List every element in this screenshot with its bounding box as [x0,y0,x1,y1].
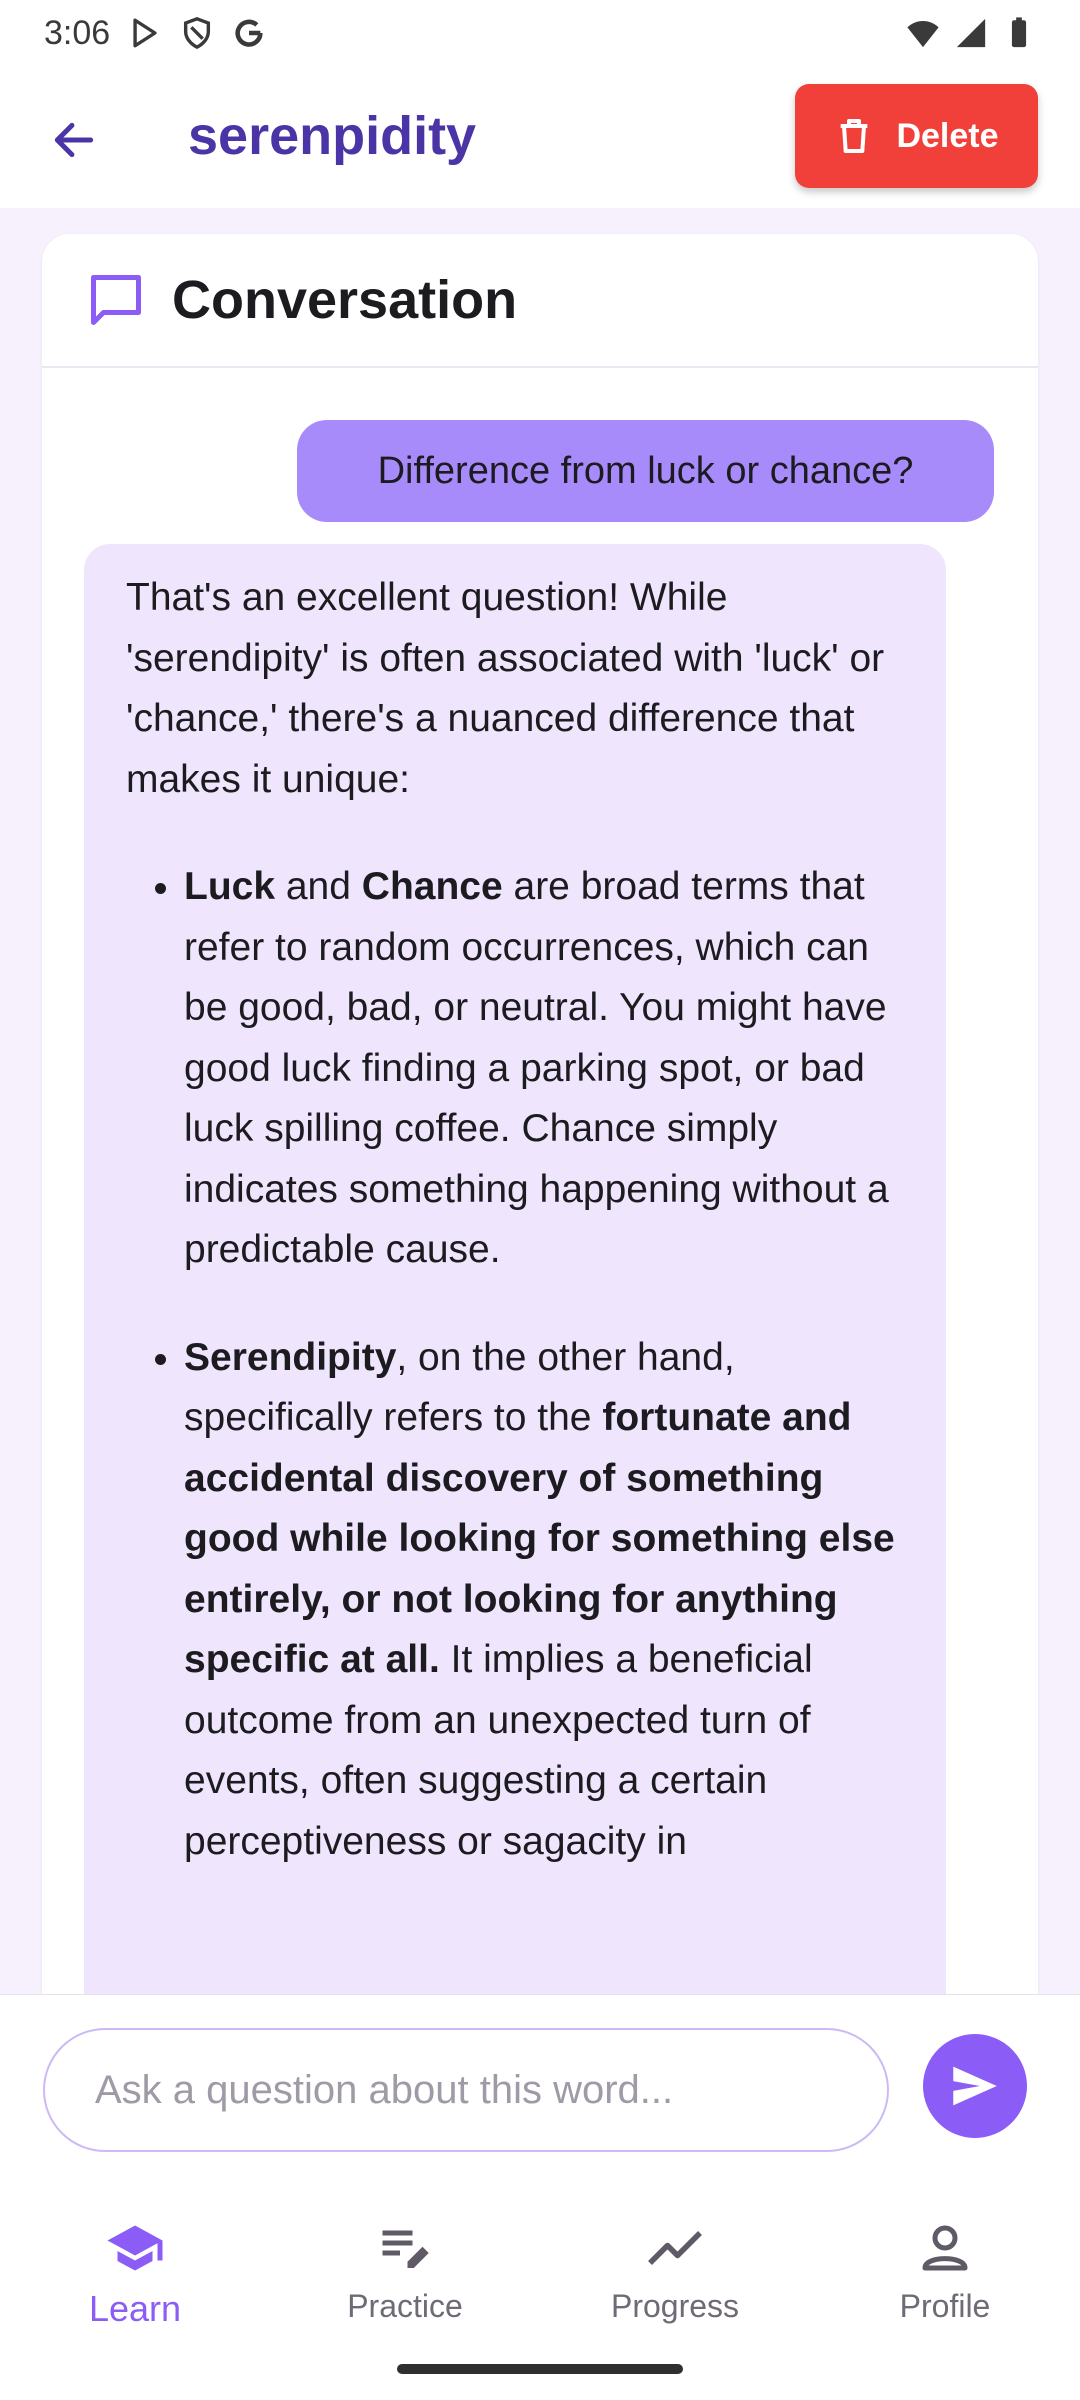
nav-label: Learn [88,2288,182,2329]
chat-bubble-icon [91,275,141,325]
list-item: Luck and Chance are broad terms that ref… [184,857,902,1281]
text: are broad terms that refer to random occ… [184,865,889,1271]
delete-label: Delete [896,116,999,155]
list-item: Serendipity, on the other hand, specific… [184,1328,902,1873]
send-icon [953,2066,997,2106]
word-title: serenpidity [188,106,477,166]
status-time: 3:06 [44,13,111,52]
bold-text: Serendipity [184,1335,397,1379]
delete-button[interactable]: Delete [795,84,1038,188]
signal-icon [956,18,986,48]
shield-icon [184,17,211,50]
trash-icon [841,119,868,153]
back-arrow-icon [54,122,94,158]
trending-icon [648,2231,702,2265]
nav-learn[interactable]: Learn [35,2208,235,2348]
nav-practice[interactable]: Practice [305,2208,505,2348]
edit-note-icon [382,2230,429,2268]
ai-message: That's an excellent question! While 'ser… [84,544,946,2034]
ai-message-list: Luck and Chance are broad terms that ref… [126,857,902,1872]
conversation-header: Conversation [42,234,1038,368]
back-button[interactable] [38,104,110,176]
nav-label: Profile [899,2288,991,2324]
question-input-area [0,1994,1080,2190]
send-button[interactable] [923,2034,1027,2138]
school-icon [107,2225,163,2271]
status-bar: 3:06 [0,0,1080,66]
nav-label: Practice [347,2288,463,2324]
wifi-icon [907,20,939,48]
conversation-title: Conversation [172,270,518,330]
nav-profile[interactable]: Profile [845,2208,1045,2348]
home-indicator [397,2364,683,2374]
conversation-card: Conversation Difference from luck or cha… [42,234,1038,2034]
person-icon [922,2225,968,2271]
bold-text: Luck [184,865,276,908]
play-store-icon [133,18,157,48]
user-message: Difference from luck or chance? [297,420,994,522]
user-message-text: Difference from luck or chance? [377,449,914,492]
nav-progress[interactable]: Progress [575,2208,775,2348]
ai-message-intro: That's an excellent question! While 'ser… [126,576,885,801]
google-icon [235,19,263,47]
battery-icon [1011,17,1027,48]
question-input[interactable] [43,2028,889,2152]
text: and [275,865,362,908]
nav-label: Progress [610,2288,740,2324]
bold-text: Chance [361,865,503,908]
app-bar: serenpidity Delete [0,66,1080,208]
